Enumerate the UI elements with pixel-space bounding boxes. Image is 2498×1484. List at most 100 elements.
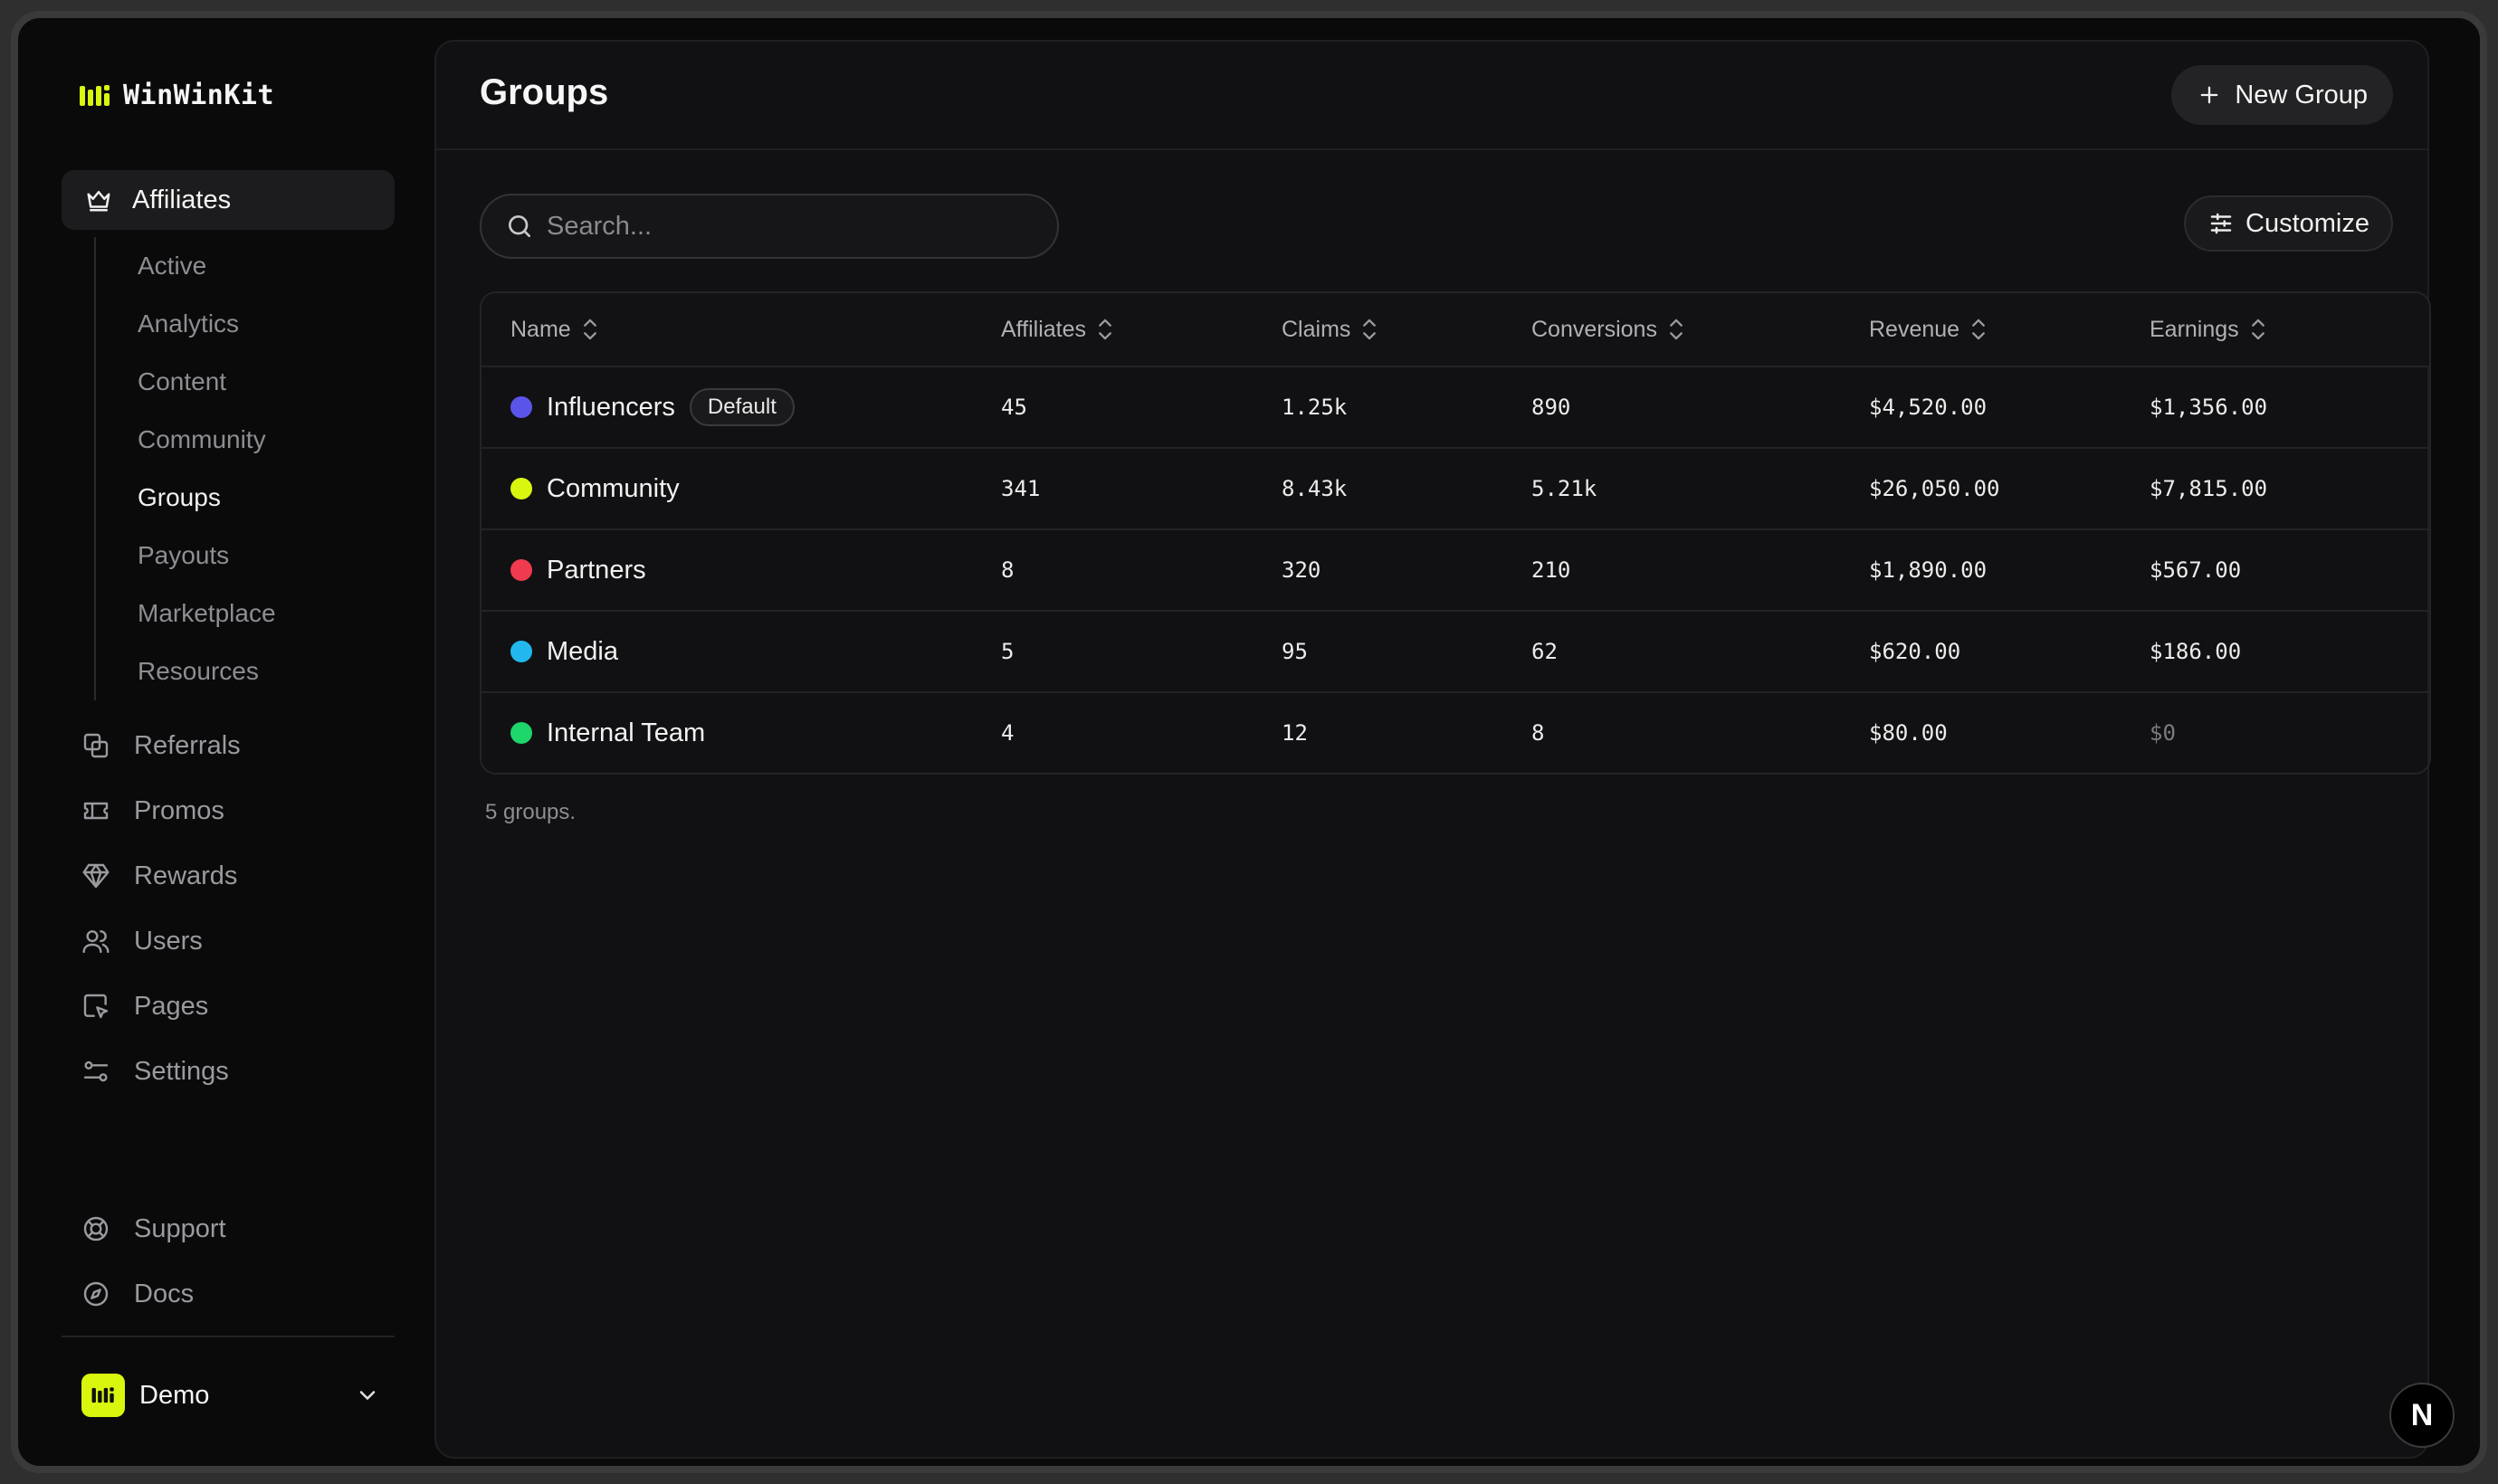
sidebar-item-referrals[interactable]: Referrals — [81, 720, 241, 771]
app-window: WinWinKit Affiliates Active Analytics Co… — [11, 11, 2487, 1473]
sidebar-item-settings[interactable]: Settings — [81, 1046, 229, 1097]
cell-earnings: $567.00 — [2150, 557, 2421, 583]
cell-revenue: $1,890.00 — [1869, 557, 2150, 583]
affiliates-subnav: Active Analytics Content Community Group… — [94, 237, 384, 700]
sort-icon — [583, 319, 596, 340]
group-color-dot — [510, 559, 532, 581]
search-icon — [509, 215, 530, 237]
customize-button[interactable]: Customize — [2184, 195, 2393, 252]
cell-earnings: $7,815.00 — [2150, 476, 2421, 501]
subnav-item-marketplace[interactable]: Marketplace — [96, 585, 384, 642]
cell-affiliates: 4 — [1001, 720, 1282, 746]
subnav-item-content[interactable]: Content — [96, 353, 384, 411]
column-header-affiliates[interactable]: Affiliates — [1001, 317, 1282, 343]
sidebar-item-label: Users — [134, 926, 203, 956]
column-header-label: Earnings — [2150, 316, 2239, 342]
sidebar-item-affiliates[interactable]: Affiliates — [62, 170, 395, 230]
affiliates-value: 8 — [1001, 557, 1015, 583]
cell-name: Influencers Default — [481, 388, 1001, 426]
settings-sliders-icon — [83, 1061, 109, 1082]
sort-icon — [1363, 319, 1377, 340]
cell-revenue: $4,520.00 — [1869, 395, 2150, 420]
group-name[interactable]: Influencers — [547, 393, 675, 423]
column-header-claims[interactable]: Claims — [1282, 317, 1531, 343]
group-color-dot — [510, 478, 532, 499]
sort-icon — [1972, 319, 1986, 340]
claims-value: 1.25k — [1282, 395, 1348, 420]
sidebar-item-pages[interactable]: Pages — [81, 981, 208, 1032]
page-title: Groups — [480, 72, 609, 112]
chevron-down-icon — [359, 1391, 376, 1400]
brand[interactable]: WinWinKit — [80, 80, 274, 111]
cell-name: Community — [481, 474, 1001, 504]
sidebar-item-label: Referrals — [134, 730, 241, 760]
new-group-button[interactable]: New Group — [2171, 65, 2393, 125]
column-header-name[interactable]: Name — [481, 317, 1001, 343]
group-color-dot — [510, 722, 532, 744]
cell-revenue: $80.00 — [1869, 720, 2150, 746]
sidebar-item-users[interactable]: Users — [81, 916, 203, 966]
search-input[interactable] — [547, 211, 1017, 242]
group-name[interactable]: Community — [547, 474, 680, 504]
nextjs-devtools-button[interactable]: N — [2389, 1383, 2455, 1448]
conversions-value: 8 — [1531, 720, 1545, 746]
subnav-item-groups[interactable]: Groups — [96, 469, 384, 527]
workspace-name: Demo — [139, 1380, 210, 1410]
cell-earnings: $0 — [2150, 720, 2421, 746]
cell-affiliates: 8 — [1001, 557, 1282, 583]
group-name[interactable]: Media — [547, 637, 618, 667]
sort-icon — [1099, 319, 1111, 340]
revenue-value: $4,520.00 — [1869, 395, 1988, 420]
crown-icon — [87, 191, 110, 212]
group-name[interactable]: Partners — [547, 556, 646, 585]
group-color-dot — [510, 641, 532, 662]
cell-name: Media — [481, 637, 1001, 667]
cell-earnings: $1,356.00 — [2150, 395, 2421, 420]
subnav-item-analytics[interactable]: Analytics — [96, 295, 384, 353]
column-header-label: Affiliates — [1001, 316, 1087, 342]
conversions-value: 5.21k — [1531, 476, 1597, 501]
sidebar-item-promos[interactable]: Promos — [81, 785, 224, 836]
column-header-earnings[interactable]: Earnings — [2150, 317, 2421, 343]
group-color-dot — [510, 396, 532, 418]
revenue-value: $80.00 — [1869, 720, 1948, 746]
table-row[interactable]: Influencers Default 45 1.25k 890 $4,520.00 $1,… — [481, 366, 2429, 447]
cell-affiliates: 341 — [1001, 476, 1282, 501]
column-header-label: Claims — [1282, 316, 1351, 342]
column-header-label: Conversions — [1531, 316, 1657, 342]
search-field[interactable] — [480, 194, 1059, 259]
sidebar-item-support[interactable]: Support — [81, 1203, 226, 1254]
subnav-item-community[interactable]: Community — [96, 411, 384, 469]
workspace-switcher[interactable]: Demo — [81, 1370, 380, 1421]
subnav-item-payouts[interactable]: Payouts — [96, 527, 384, 585]
revenue-value: $26,050.00 — [1869, 476, 2000, 501]
group-name[interactable]: Internal Team — [547, 718, 705, 748]
conversions-value: 890 — [1531, 395, 1571, 420]
referrals-icon — [83, 733, 109, 758]
cell-claims: 320 — [1282, 557, 1531, 583]
revenue-value: $620.00 — [1869, 639, 1961, 664]
cell-claims: 1.25k — [1282, 395, 1531, 420]
table-row[interactable]: Media 5 95 62 $620.00 $186.00 — [481, 610, 2429, 691]
subnav-item-resources[interactable]: Resources — [96, 642, 384, 700]
sidebar-item-rewards[interactable]: Rewards — [81, 851, 237, 901]
cell-claims: 12 — [1282, 720, 1531, 746]
cell-affiliates: 5 — [1001, 639, 1282, 664]
column-header-conversions[interactable]: Conversions — [1531, 317, 1869, 343]
earnings-value: $0 — [2150, 720, 2176, 746]
column-header-revenue[interactable]: Revenue — [1869, 317, 2150, 343]
groups-table: Name Affiliates Claims Conversions Reven… — [480, 291, 2431, 775]
users-icon — [82, 930, 110, 954]
winwinkit-logo-icon — [80, 82, 110, 109]
claims-value: 320 — [1282, 557, 1321, 583]
subnav-item-active[interactable]: Active — [96, 237, 384, 295]
sidebar-item-docs[interactable]: Docs — [81, 1269, 194, 1319]
table-row[interactable]: Internal Team 4 12 8 $80.00 $0 — [481, 691, 2429, 773]
main-panel: Groups New Group Customize Name — [434, 40, 2431, 1459]
table-row[interactable]: Community 341 8.43k 5.21k $26,050.00 $7,815.0… — [481, 447, 2429, 528]
affiliates-value: 341 — [1001, 476, 1041, 501]
sliders-icon — [2210, 213, 2232, 234]
earnings-value: $7,815.00 — [2150, 476, 2268, 501]
brand-name: WinWinKit — [123, 80, 275, 111]
table-row[interactable]: Partners 8 320 210 $1,890.00 $567.00 — [481, 528, 2429, 610]
